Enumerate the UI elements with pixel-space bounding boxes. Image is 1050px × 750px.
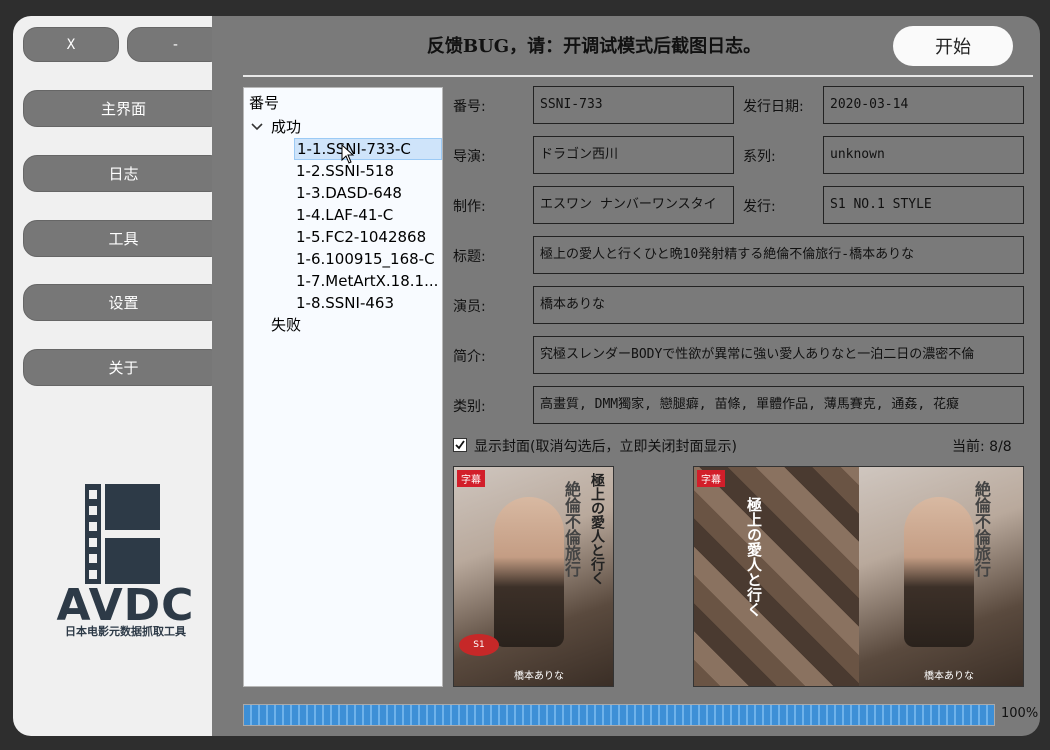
- nav-settings-button[interactable]: 设置: [23, 284, 224, 321]
- director-label: 导演:: [453, 149, 486, 165]
- nav-about-button[interactable]: 关于: [23, 349, 224, 386]
- outline-label: 简介:: [453, 349, 486, 365]
- series-label: 系列:: [743, 149, 776, 165]
- tree-root: 番号: [249, 94, 280, 112]
- series-field[interactable]: unknown: [823, 136, 1024, 174]
- nav-log-button[interactable]: 日志: [23, 155, 224, 192]
- avdc-logo: AVDC 日本电影元数据抓取工具: [43, 482, 208, 638]
- start-button[interactable]: 开始: [893, 26, 1013, 66]
- genre-label: 类别:: [453, 399, 486, 415]
- chevron-down-icon[interactable]: [250, 120, 264, 134]
- actor-label: 演员:: [453, 299, 486, 315]
- publisher-field[interactable]: S1 NO.1 STYLE: [823, 186, 1024, 224]
- publisher-label: 发行:: [743, 199, 776, 215]
- studio-label: 制作:: [453, 199, 486, 215]
- tree-item[interactable]: 1-8.SSNI-463: [296, 292, 394, 314]
- bug-notice: 反馈BUG，请：开调试模式后截图日志。: [426, 36, 762, 57]
- title-field[interactable]: 極上の愛人と行くひと晩10発射精する絶倫不倫旅行-橋本ありな: [533, 236, 1024, 274]
- tree-item[interactable]: 1-4.LAF-41-C: [296, 204, 393, 226]
- sidebar: X - 主界面 日志 工具 设置 关于 AVDC 日本电影元数据抓取工具: [13, 16, 234, 736]
- progress-percent: 100%: [1001, 706, 1039, 721]
- progress-bar: [243, 704, 995, 726]
- minimize-button[interactable]: -: [127, 27, 224, 62]
- checkmark-icon: [455, 440, 465, 450]
- mouse-cursor-icon: [341, 144, 355, 164]
- number-field[interactable]: SSNI-733: [533, 86, 734, 124]
- release-date-label: 发行日期:: [743, 99, 804, 115]
- tree-item[interactable]: 1-3.DASD-648: [296, 182, 402, 204]
- cover-figure: [904, 497, 974, 647]
- poster-label-badge: S1: [459, 634, 499, 656]
- cover-front-title: 絶倫不倫旅行: [972, 481, 991, 577]
- nav-main-button[interactable]: 主界面: [23, 90, 224, 127]
- header-divider: [243, 75, 1033, 77]
- show-cover-checkbox[interactable]: [453, 438, 467, 452]
- cover-image: 字幕 極上の愛人と行く 絶倫不倫旅行 橋本ありな: [693, 466, 1024, 687]
- number-label: 番号:: [453, 99, 486, 115]
- cover-back-title: 極上の愛人と行く: [745, 497, 763, 617]
- genre-field[interactable]: 高畫質, DMM獨家, 戀腿癖, 苗條, 單體作品, 薄馬賽克, 通姦, 花癡: [533, 386, 1024, 424]
- main-panel: 反馈BUG，请：开调试模式后截图日志。 开始 番号 成功 1-1.SSNI-73…: [212, 16, 1040, 736]
- tree-item[interactable]: 1-5.FC2-1042868: [296, 226, 426, 248]
- logo-subtitle: 日本电影元数据抓取工具: [65, 625, 186, 638]
- studio-field[interactable]: エスワン ナンバーワンスタイ: [533, 186, 734, 224]
- show-cover-label[interactable]: 显示封面(取消勾选后，立即关闭封面显示): [474, 436, 737, 456]
- nav-tools-button[interactable]: 工具: [23, 220, 224, 257]
- poster-image: 字幕 極上の愛人と行く 絶倫不倫旅行 S1 橋本ありな: [453, 466, 614, 687]
- poster-actress-name: 橋本ありな: [514, 671, 564, 682]
- file-tree[interactable]: 番号 成功 1-1.SSNI-733-C 1-2.SSNI-518 1-3.DA…: [243, 87, 443, 687]
- tree-group-success[interactable]: 成功: [271, 116, 301, 138]
- outline-field[interactable]: 究極スレンダーBODYで性欲が異常に強い愛人ありなと一泊二日の濃密不倫: [533, 336, 1024, 374]
- tree-group-failure[interactable]: 失败: [271, 314, 301, 336]
- director-field[interactable]: ドラゴン西川: [533, 136, 734, 174]
- close-button[interactable]: X: [23, 27, 119, 62]
- release-date-field[interactable]: 2020-03-14: [823, 86, 1024, 124]
- tree-item[interactable]: 1-1.SSNI-733-C: [294, 138, 442, 160]
- poster-title-text: 極上の愛人と行く: [589, 473, 605, 585]
- tree-item[interactable]: 1-7.MetArtX.18.1...: [296, 270, 438, 292]
- cover-back-collage: [694, 467, 859, 686]
- cover-badge: 字幕: [697, 470, 725, 487]
- poster-figure: [494, 497, 564, 647]
- current-index: 当前: 8/8: [952, 439, 1012, 455]
- tree-item[interactable]: 1-6.100915_168-C: [296, 248, 435, 270]
- title-label: 标题:: [453, 249, 486, 265]
- cover-actress-name: 橋本ありな: [924, 671, 974, 682]
- actor-field[interactable]: 橋本ありな: [533, 286, 1024, 324]
- poster-badge: 字幕: [457, 470, 485, 487]
